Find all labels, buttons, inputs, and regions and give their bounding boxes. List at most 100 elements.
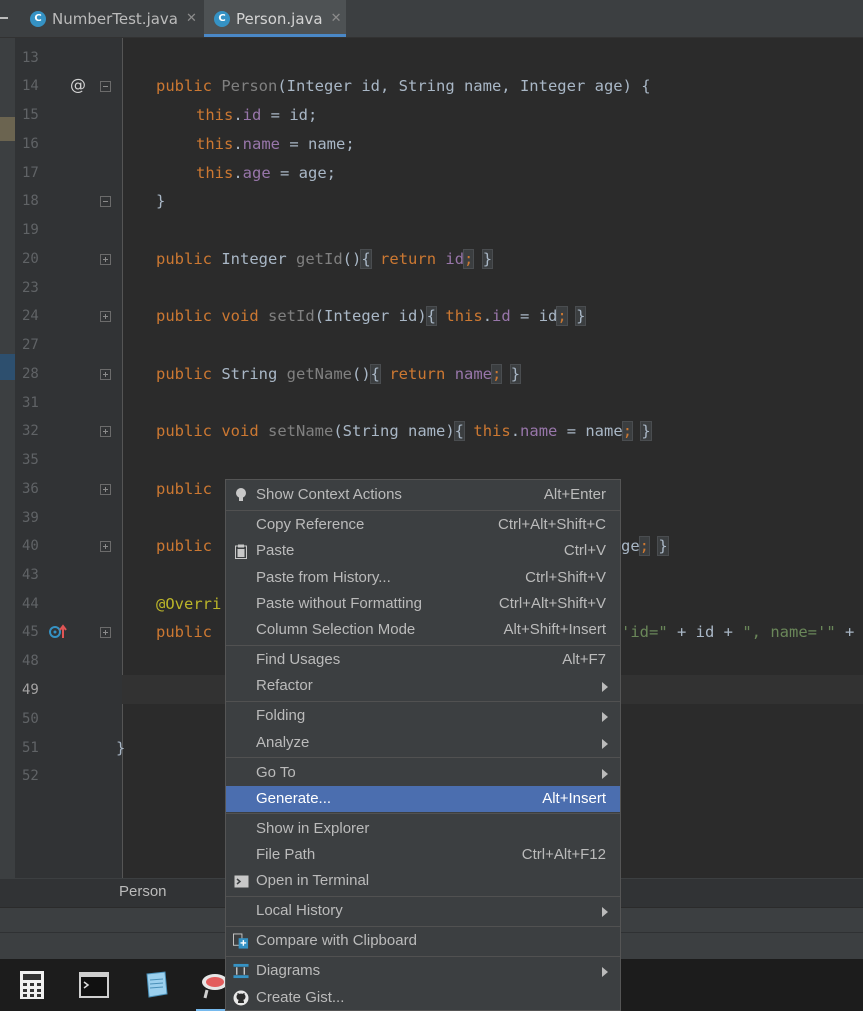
menu-item-local-history[interactable]: Local History <box>226 898 620 924</box>
menu-label: Local History <box>256 902 343 919</box>
menu-item-generate[interactable]: Generate... Alt+Insert <box>226 786 620 812</box>
code-line-17[interactable]: this.age = age; <box>196 159 336 188</box>
submenu-arrow-icon <box>602 739 608 749</box>
fold-collapse-icon[interactable] <box>100 81 111 92</box>
menu-item-copy-reference[interactable]: Copy Reference Ctrl+Alt+Shift+C <box>226 512 620 538</box>
code-line-32[interactable]: public void setName(String name){ this.n… <box>156 417 652 446</box>
tab-numbertest[interactable]: C NumberTest.java ✕ <box>22 0 202 37</box>
code-line-51[interactable]: } <box>116 734 125 763</box>
menu-shortcut: Alt+Enter <box>543 486 606 503</box>
menu-item-show-in-explorer[interactable]: Show in Explorer <box>226 816 620 842</box>
fold-expand-icon[interactable] <box>100 541 111 552</box>
keyword: public <box>156 250 212 268</box>
code-line-14[interactable]: public Person(Integer id, String name, I… <box>156 72 651 101</box>
tab-person[interactable]: C Person.java ✕ <box>204 0 346 37</box>
marker <box>0 117 15 141</box>
fold-expand-icon[interactable] <box>100 426 111 437</box>
folded-brace: } <box>640 421 652 441</box>
constructor-name: Person <box>221 77 278 95</box>
code-line-40-tail[interactable]: ge; } <box>621 532 669 561</box>
line-number: 17 <box>22 165 39 181</box>
method-name: setName <box>268 422 334 440</box>
lightbulb-icon <box>233 487 249 503</box>
code-line-45[interactable]: public <box>156 618 212 647</box>
code-line-20[interactable]: public Integer getId(){ return id; } <box>156 245 494 274</box>
keyword: void <box>221 422 259 440</box>
fold-expand-icon[interactable] <box>100 627 111 638</box>
code-line-45-tail[interactable]: 'id=" + id + ", name='" + <box>621 618 854 647</box>
breadcrumb[interactable]: Person <box>119 883 167 900</box>
menu-label: Copy Reference <box>256 516 365 533</box>
menu-item-create-gist[interactable]: Create Gist... <box>226 985 620 1011</box>
code-line-16[interactable]: this.name = name; <box>196 130 355 159</box>
at-marker-icon[interactable]: @ <box>70 72 86 101</box>
menu-separator <box>226 956 620 957</box>
menu-item-compare-with-clipboard[interactable]: Compare with Clipboard <box>226 928 620 954</box>
line-number: 40 <box>22 538 39 554</box>
menu-item-go-to[interactable]: Go To <box>226 760 620 786</box>
menu-item-find-usages[interactable]: Find Usages Alt+F7 <box>226 647 620 673</box>
menu-item-open-in-terminal[interactable]: Open in Terminal <box>226 868 620 894</box>
menu-item-file-path[interactable]: File Path Ctrl+Alt+F12 <box>226 842 620 868</box>
line-number: 27 <box>22 337 39 353</box>
java-class-icon: C <box>30 10 46 27</box>
close-icon[interactable]: ✕ <box>186 11 197 26</box>
menu-label: Go To <box>256 764 296 781</box>
menu-label: Compare with Clipboard <box>256 932 417 949</box>
keyword: return <box>389 365 446 383</box>
menu-item-analyze[interactable]: Analyze <box>226 730 620 756</box>
field: name <box>454 365 493 383</box>
menu-item-refactor[interactable]: Refactor <box>226 673 620 699</box>
cmd-terminal-icon[interactable] <box>76 967 112 1003</box>
fold-expand-icon[interactable] <box>100 369 111 380</box>
line-number: 51 <box>22 740 39 756</box>
line-number: 16 <box>22 136 39 152</box>
fold-expand-icon[interactable] <box>100 254 111 265</box>
tab-scroll-marker <box>0 17 8 19</box>
keyword: public <box>156 537 212 555</box>
menu-shortcut: Ctrl+Alt+Shift+V <box>498 595 606 612</box>
fold-expand-icon[interactable] <box>100 484 111 495</box>
menu-label: Find Usages <box>256 651 341 668</box>
keyword: public <box>156 422 212 440</box>
code-line-44[interactable]: @Overri <box>156 590 221 619</box>
notepad-icon[interactable] <box>138 967 174 1003</box>
menu-item-diagrams[interactable]: Diagrams <box>226 958 620 984</box>
fold-collapse-icon[interactable] <box>100 196 111 207</box>
params: (Integer id) <box>314 307 427 325</box>
line-number: 31 <box>22 395 39 411</box>
folded-brace: { <box>360 249 372 269</box>
expr: ge <box>621 537 640 555</box>
menu-label: Analyze <box>256 734 310 751</box>
menu-item-paste[interactable]: Paste Ctrl+V <box>226 538 620 564</box>
line-number: 24 <box>22 308 39 324</box>
menu-item-show-context-actions[interactable]: Show Context Actions Alt+Enter <box>226 482 620 508</box>
overrides-method-icon[interactable] <box>48 622 68 642</box>
folded-brace: } <box>481 249 494 269</box>
fold-expand-icon[interactable] <box>100 311 111 322</box>
keyword: public <box>156 623 212 641</box>
code-line-15[interactable]: this.id = id; <box>196 101 317 130</box>
code-line-24[interactable]: public void setId(Integer id){ this.id =… <box>156 302 587 331</box>
folded-brace: { <box>453 421 466 441</box>
dot: . <box>233 135 243 153</box>
line-number: 35 <box>22 452 39 468</box>
menu-item-folding[interactable]: Folding <box>226 703 620 729</box>
params: () <box>342 250 362 268</box>
code-line-18[interactable]: } <box>156 187 165 216</box>
code-line-28[interactable]: public String getName(){ return name; } <box>156 360 522 389</box>
menu-label: Create Gist... <box>256 989 345 1006</box>
keyword: this <box>445 307 483 325</box>
close-icon[interactable]: ✕ <box>331 11 342 26</box>
menu-label: Show in Explorer <box>256 820 370 837</box>
code-line-40[interactable]: public <box>156 532 212 561</box>
keyword: public <box>156 365 212 383</box>
calculator-icon[interactable] <box>14 967 50 1003</box>
menu-item-paste-without-formatting[interactable]: Paste without Formatting Ctrl+Alt+Shift+… <box>226 591 620 617</box>
menu-item-column-selection-mode[interactable]: Column Selection Mode Alt+Shift+Insert <box>226 617 620 643</box>
menu-item-paste-from-history[interactable]: Paste from History... Ctrl+Shift+V <box>226 565 620 591</box>
expr: = name <box>557 422 623 440</box>
code-line-36[interactable]: public <box>156 475 212 504</box>
field: age <box>242 164 271 182</box>
string: 'id=" <box>621 623 668 641</box>
